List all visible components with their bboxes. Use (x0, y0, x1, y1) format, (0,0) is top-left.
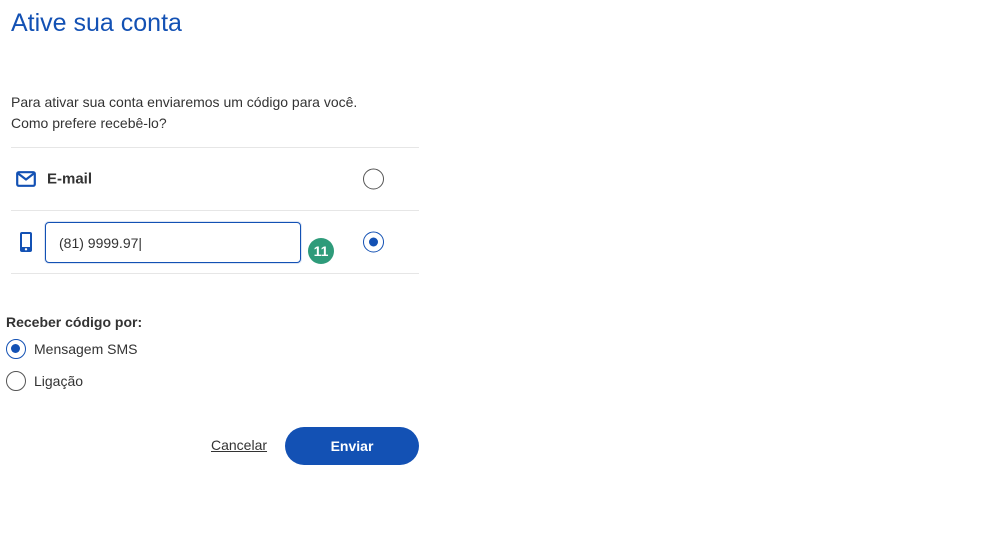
character-counter-badge: 11 (308, 238, 334, 264)
send-button[interactable]: Enviar (285, 427, 419, 465)
email-option[interactable]: E-mail (11, 148, 419, 210)
page-title: Ative sua conta (11, 9, 182, 37)
call-option-label: Ligação (34, 373, 84, 389)
divider (11, 273, 419, 274)
receive-option-call[interactable]: Ligação (6, 365, 142, 397)
call-radio[interactable] (6, 371, 26, 391)
email-option-label: E-mail (47, 170, 93, 188)
email-option-radio[interactable] (363, 168, 384, 190)
contact-option-list: E-mail 11 (11, 147, 419, 274)
form-actions: Cancelar Enviar (211, 427, 419, 465)
intro-text: Para ativar sua conta enviaremos um códi… (11, 92, 391, 134)
mobile-phone-icon (15, 231, 37, 253)
phone-input[interactable] (45, 222, 301, 263)
intro-line-1: Para ativar sua conta enviaremos um códi… (11, 94, 358, 110)
receive-option-sms[interactable]: Mensagem SMS (6, 333, 142, 365)
phone-option-radio[interactable] (363, 231, 384, 253)
activate-account-page: Ative sua conta Para ativar sua conta en… (0, 0, 999, 544)
intro-line-2: Como prefere recebê-lo? (11, 115, 167, 131)
sms-radio[interactable] (6, 339, 26, 359)
receive-method-label: Receber código por: (6, 314, 143, 330)
receive-method-group: Receber código por: Mensagem SMS Ligação (6, 313, 142, 397)
sms-option-label: Mensagem SMS (34, 341, 138, 357)
envelope-icon (15, 168, 37, 190)
phone-option[interactable]: 11 (11, 211, 419, 273)
cancel-link[interactable]: Cancelar (211, 437, 267, 453)
